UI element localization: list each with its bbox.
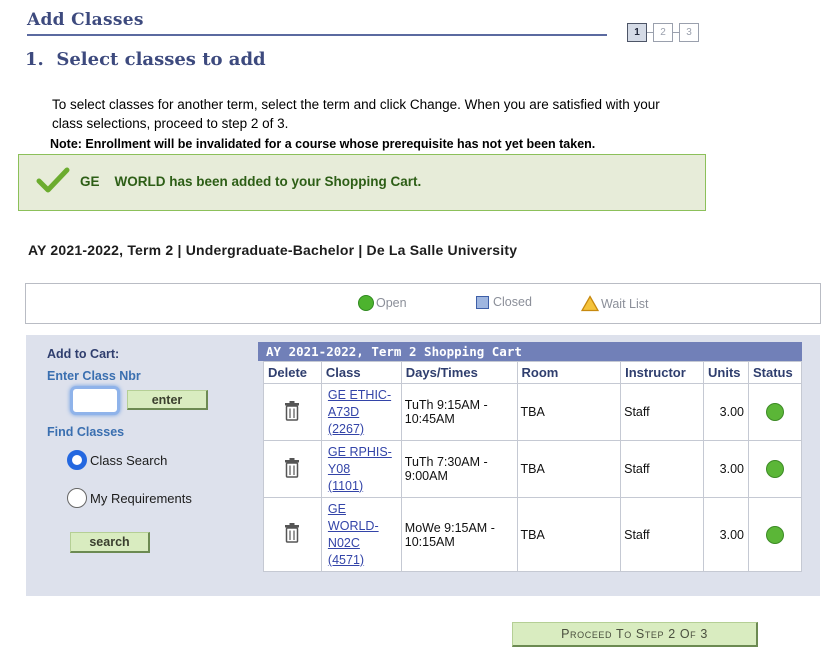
class-link[interactable]: GE WORLD- N02C (4571) — [325, 501, 379, 569]
days-times-cell: TuTh 7:30AM - 9:00AM — [400, 440, 518, 498]
class-line: (1101) — [327, 478, 364, 493]
legend-waitlist-label: Wait List — [601, 296, 649, 311]
term-heading: AY 2021-2022, Term 2 | Undergraduate-Bac… — [28, 242, 518, 258]
col-status: Status — [748, 361, 802, 384]
class-cell: GE WORLD- N02C (4571) — [320, 497, 402, 572]
legend-open: Open — [358, 295, 407, 311]
col-room: Room — [516, 361, 622, 384]
find-classes-label: Find Classes — [47, 425, 125, 439]
col-units: Units — [703, 361, 749, 384]
open-status-icon — [358, 295, 374, 311]
legend-closed: Closed — [476, 295, 532, 309]
closed-status-icon — [476, 295, 489, 309]
days-times-cell: TuTh 9:15AM - 10:45AM — [400, 383, 518, 441]
section-title: 1. Select classes to add — [25, 49, 266, 70]
status-cell — [748, 440, 802, 498]
cart-table: Delete Class Days/Times Room Instructor … — [263, 361, 802, 572]
legend-open-label: Open — [376, 296, 407, 310]
add-to-cart-label: Add to Cart: — [47, 347, 120, 361]
class-line: A73D — [327, 404, 360, 419]
class-line: GE ETHIC- — [327, 387, 392, 402]
class-link[interactable]: GE ETHIC- A73D (2267) — [325, 387, 391, 438]
status-cell — [748, 497, 802, 572]
col-delete: Delete — [263, 361, 322, 384]
my-requirements-label: My Requirements — [90, 490, 192, 506]
table-row: GE WORLD- N02C (4571) MoWe 9:15AM - 10:1… — [263, 497, 802, 572]
room-cell: TBA — [516, 440, 622, 498]
units-cell: 3.00 — [703, 497, 749, 572]
page-title: Add Classes — [27, 10, 144, 30]
open-status-icon — [766, 460, 784, 478]
room-cell: TBA — [516, 383, 622, 441]
delete-cell — [263, 383, 322, 441]
title-divider — [27, 34, 607, 36]
open-status-icon — [766, 525, 784, 544]
my-requirements-option[interactable]: My Requirements — [67, 488, 192, 508]
col-days-times: Days/Times — [400, 361, 518, 384]
legend-closed-label: Closed — [493, 295, 532, 309]
instructor-cell: Staff — [620, 497, 705, 572]
cart-title: AY 2021-2022, Term 2 Shopping Cart — [258, 342, 802, 361]
class-line: GE RPHIS- — [327, 444, 392, 459]
step-1: 1 — [627, 23, 647, 42]
units-cell: 3.00 — [703, 440, 749, 498]
instructions-text: To select classes for another term, sele… — [52, 97, 660, 131]
instructor-cell: Staff — [620, 440, 705, 498]
legend-waitlist: Wait List — [581, 295, 648, 312]
trash-icon[interactable] — [284, 523, 300, 543]
col-class: Class — [320, 361, 402, 384]
class-line: N02C — [327, 535, 360, 550]
status-cell — [748, 383, 802, 441]
class-search-label: Class Search — [90, 452, 168, 468]
enter-class-nbr-label: Enter Class Nbr — [47, 369, 141, 383]
success-message-text: GE WORLD has been added to your Shopping… — [80, 174, 422, 189]
class-search-radio[interactable] — [67, 450, 87, 470]
class-line: (2267) — [327, 421, 365, 436]
class-search-option[interactable]: Class Search — [67, 450, 167, 470]
step-3: 3 — [679, 23, 699, 42]
table-row: GE RPHIS- Y08 (1101) TuTh 7:30AM - 9:00A… — [263, 440, 802, 498]
room-cell: TBA — [516, 497, 622, 572]
trash-icon[interactable] — [284, 457, 300, 478]
search-button[interactable]: search — [70, 532, 150, 553]
class-nbr-input[interactable] — [70, 386, 120, 415]
enter-button[interactable]: enter — [127, 390, 208, 410]
col-instructor: Instructor — [620, 361, 705, 384]
class-line: GE — [327, 501, 346, 516]
step-indicator: 1 2 3 — [627, 23, 699, 42]
class-line: WORLD- — [327, 518, 379, 533]
class-link[interactable]: GE RPHIS- Y08 (1101) — [325, 444, 392, 495]
delete-cell — [263, 440, 322, 498]
shopping-cart: AY 2021-2022, Term 2 Shopping Cart Delet… — [258, 342, 802, 572]
cart-header-row: Delete Class Days/Times Room Instructor … — [263, 361, 802, 384]
days-times-cell: MoWe 9:15AM - 10:15AM — [400, 497, 518, 572]
step-2: 2 — [653, 23, 673, 42]
open-status-icon — [766, 403, 784, 421]
trash-icon[interactable] — [284, 400, 300, 421]
checkmark-icon — [36, 167, 70, 193]
table-row: GE ETHIC- A73D (2267) TuTh 9:15AM - 10:4… — [263, 383, 802, 441]
waitlist-status-icon — [581, 295, 599, 312]
proceed-to-step-2-button[interactable]: Proceed To Step 2 Of 3 — [512, 622, 758, 647]
instructor-cell: Staff — [620, 383, 705, 441]
status-legend — [25, 283, 821, 324]
prerequisite-note: Note: Enrollment will be invalidated for… — [50, 137, 596, 151]
class-cell: GE RPHIS- Y08 (1101) — [320, 440, 402, 498]
class-line: (4571) — [327, 552, 365, 567]
units-cell: 3.00 — [703, 383, 749, 441]
class-cell: GE ETHIC- A73D (2267) — [320, 383, 402, 441]
my-requirements-radio[interactable] — [67, 488, 87, 508]
class-line: Y08 — [327, 461, 351, 476]
delete-cell — [263, 497, 322, 572]
